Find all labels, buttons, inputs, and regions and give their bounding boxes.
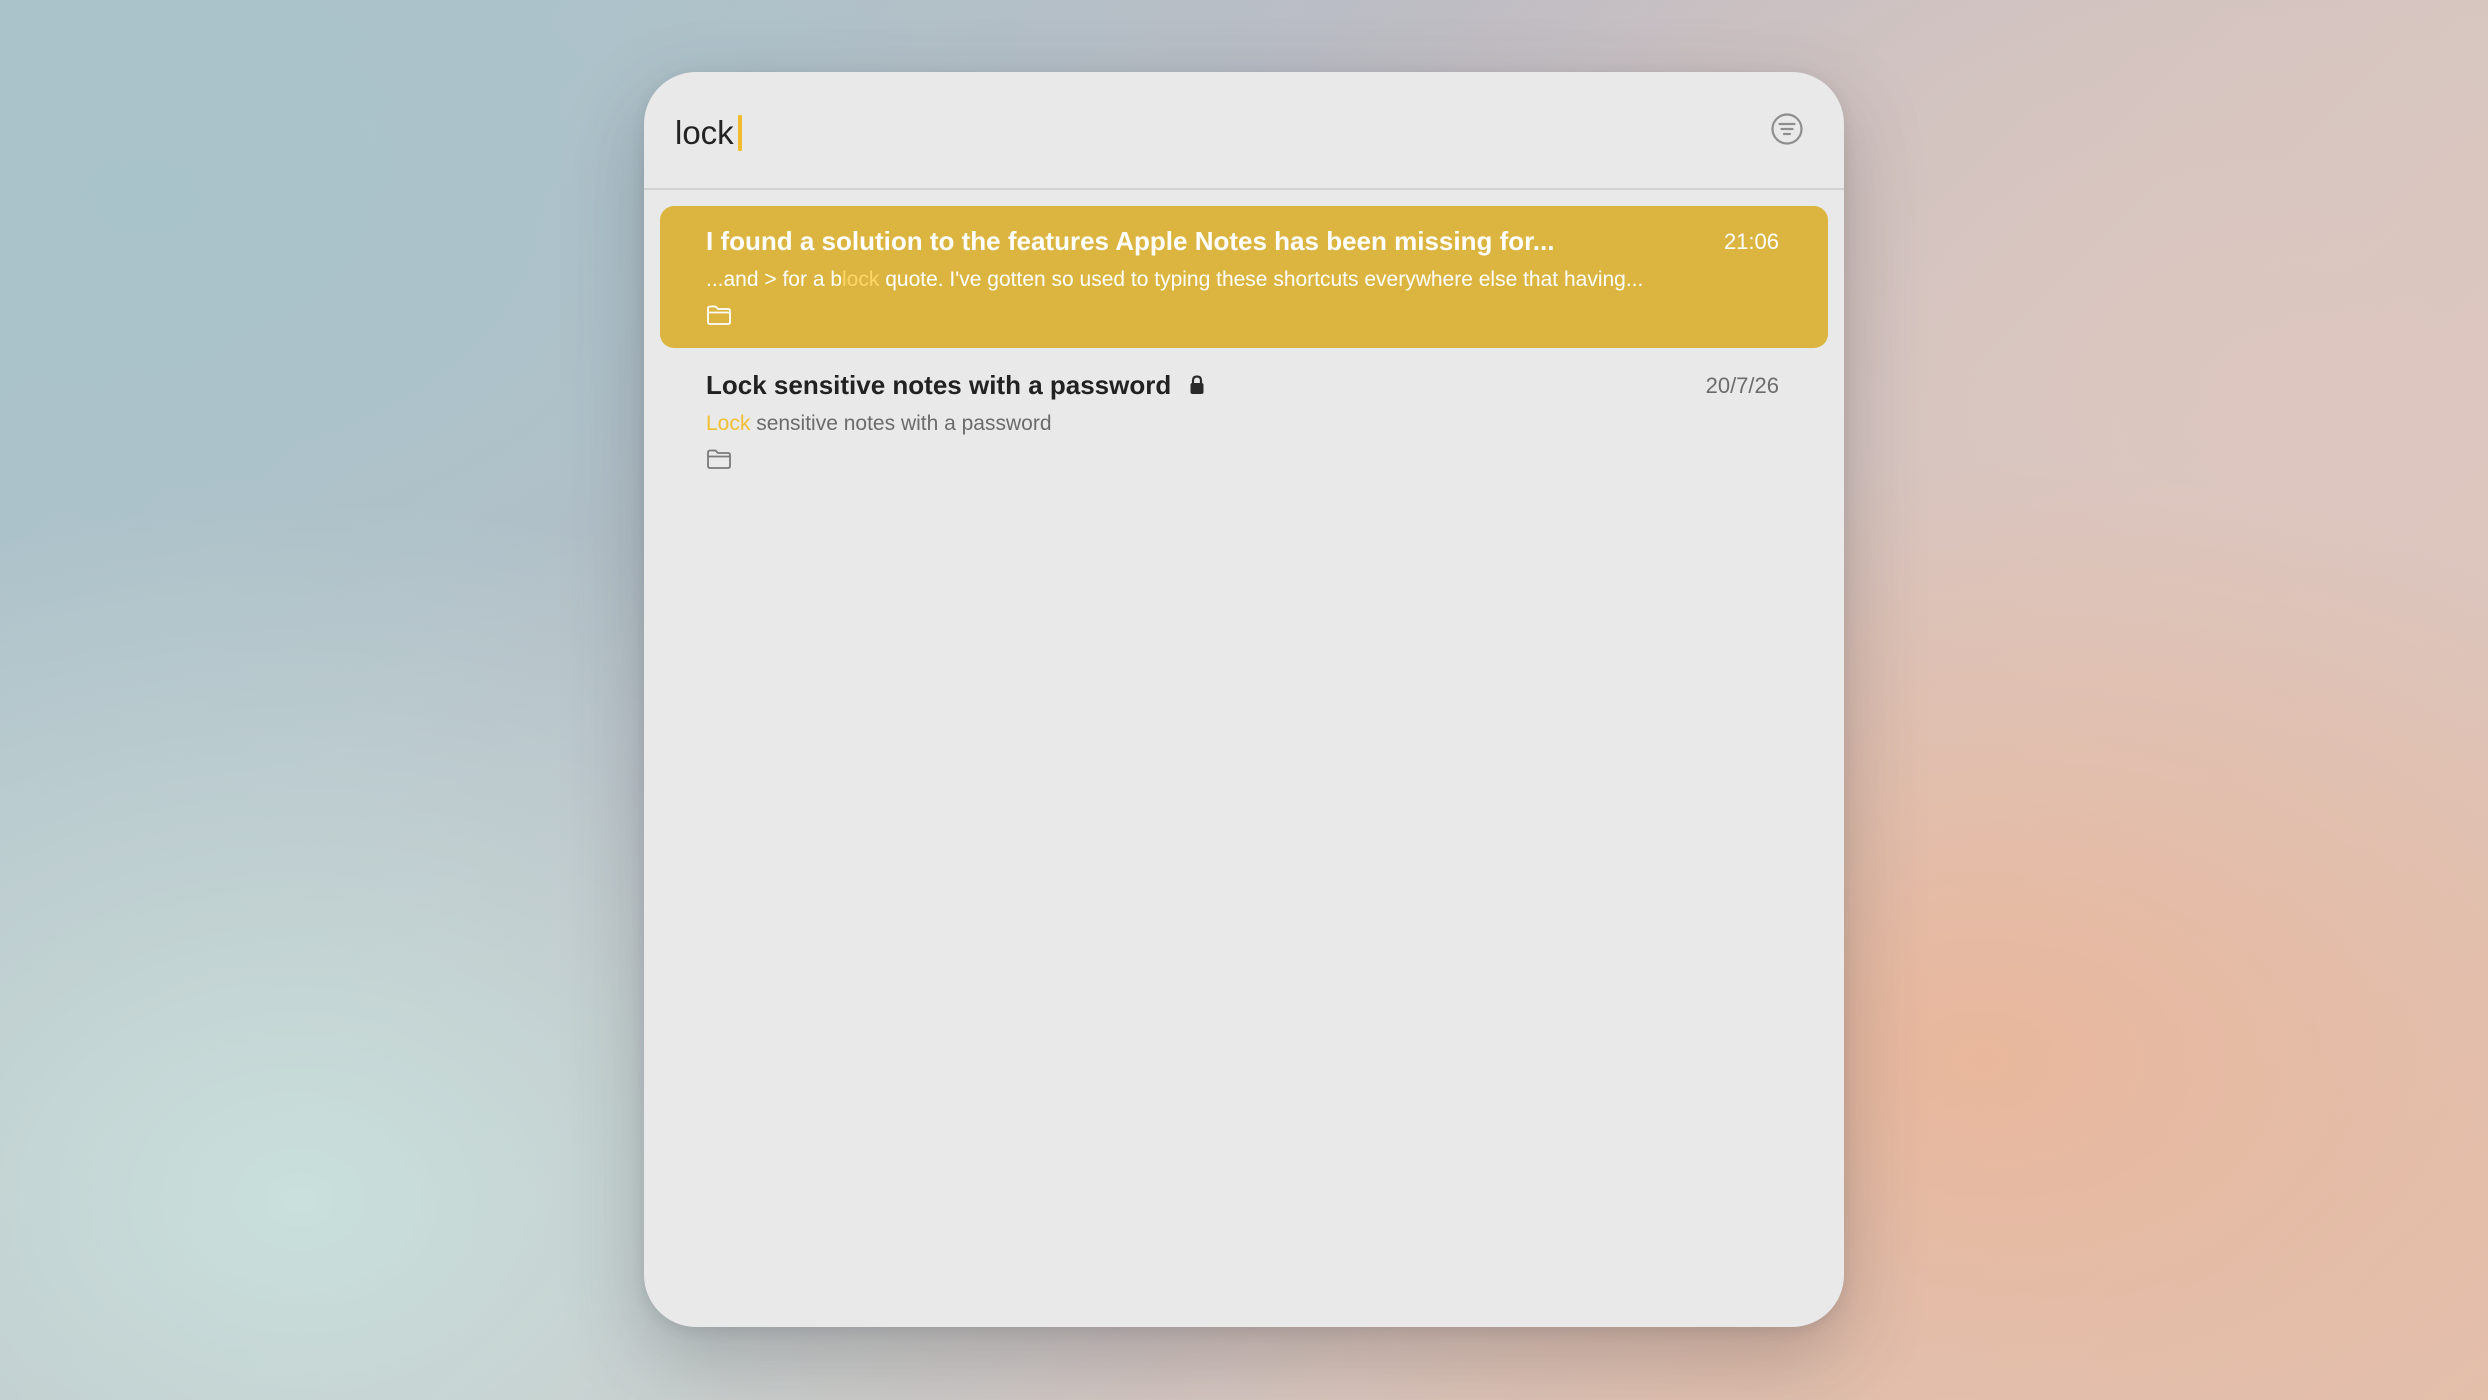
result-date: 21:06 — [1723, 229, 1779, 254]
text-caret — [737, 115, 742, 151]
notes-search-window: lock I found a solution to the features … — [644, 72, 1844, 1327]
folder-icon — [707, 305, 731, 325]
filter-button[interactable] — [1770, 112, 1804, 146]
result-date: 20/7/26 — [1705, 373, 1779, 398]
search-results-list: I found a solution to the features Apple… — [660, 206, 1828, 494]
result-title: I found a solution to the features Apple… — [706, 224, 1554, 258]
result-title: Lock sensitive notes with a password — [706, 368, 1205, 402]
snippet-match-highlight: lock — [842, 268, 880, 291]
snippet-text: ...and > for a b — [706, 268, 843, 291]
search-query: lock — [675, 114, 734, 151]
snippet-text: sensitive notes with a password — [750, 412, 1052, 435]
snippet-match-highlight: Lock — [706, 412, 751, 435]
result-title-text: Lock sensitive notes with a password — [706, 370, 1172, 400]
search-result-row[interactable]: I found a solution to the features Apple… — [660, 206, 1828, 348]
result-snippet: ...and > for a block quote. I've gotten … — [706, 266, 1786, 294]
snippet-text: quote. I've gotten so used to typing the… — [879, 268, 1644, 291]
search-result-row[interactable]: Lock sensitive notes with a password 20/… — [660, 350, 1828, 492]
search-bar: lock — [644, 72, 1844, 190]
filter-circle-icon — [1771, 113, 1803, 145]
result-title-text: I found a solution to the features Apple… — [706, 226, 1555, 256]
search-input[interactable]: lock — [675, 108, 742, 158]
result-snippet: Lock sensitive notes with a password — [706, 410, 1786, 438]
lock-icon — [1190, 375, 1204, 394]
folder-icon — [707, 449, 731, 469]
